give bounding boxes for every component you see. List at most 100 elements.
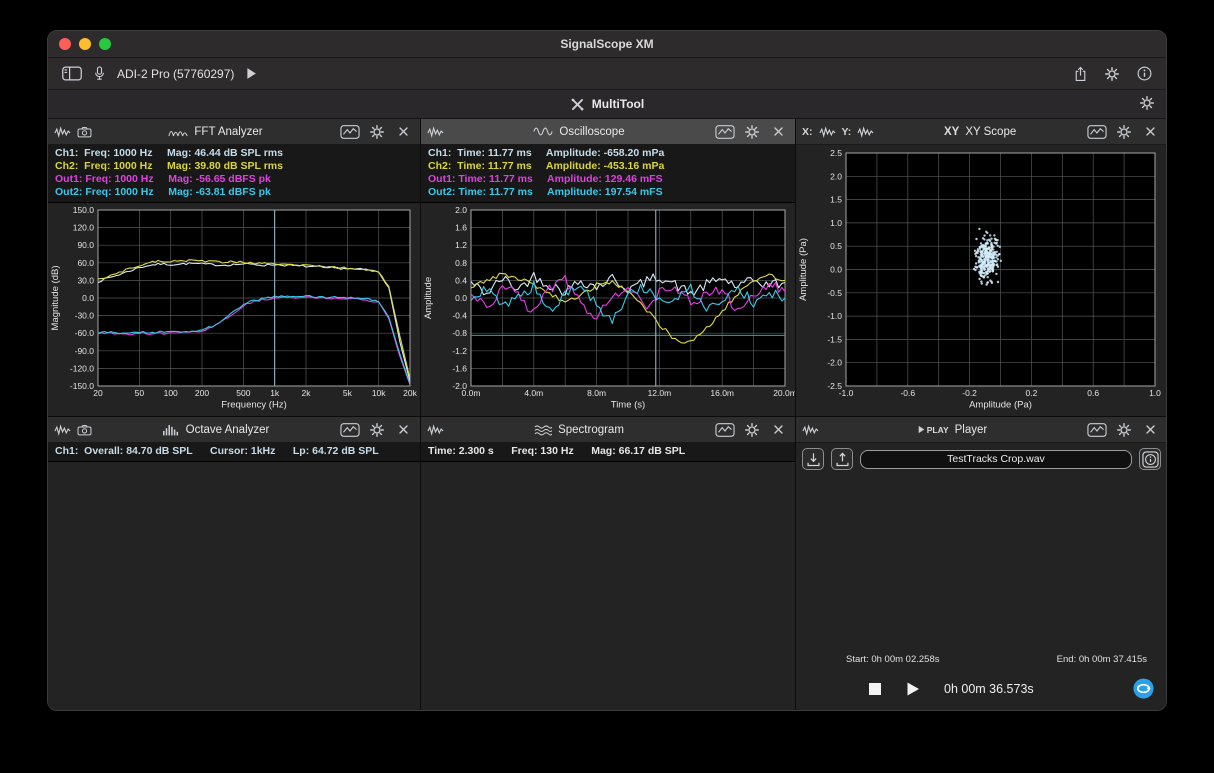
octave-input-levels-icon[interactable]	[54, 424, 71, 436]
oscilloscope-input-levels-icon[interactable]	[427, 126, 444, 138]
stop-button[interactable]	[868, 682, 882, 696]
octave-display-button[interactable]	[339, 421, 360, 439]
xy-panel-header[interactable]: X: Y: XY XY Scope	[796, 119, 1167, 145]
play-status-icon	[918, 425, 925, 434]
play-button[interactable]	[906, 681, 920, 697]
svg-text:20.0m: 20.0m	[773, 388, 795, 398]
oscilloscope-settings-button[interactable]	[741, 123, 762, 141]
player-waveform-overview[interactable]	[802, 572, 1161, 650]
player-close-button[interactable]	[1140, 421, 1161, 439]
svg-text:50: 50	[135, 388, 145, 398]
oscilloscope-panel-header[interactable]: Oscilloscope	[421, 119, 795, 145]
file-info-button[interactable]	[1139, 448, 1161, 470]
xy-settings-button[interactable]	[1113, 123, 1134, 141]
svg-text:-1.0: -1.0	[827, 311, 842, 321]
svg-text:2.0: 2.0	[455, 205, 467, 215]
sidebar-toggle-button[interactable]	[62, 66, 82, 81]
titlebar[interactable]: SignalScope XM	[48, 31, 1166, 58]
svg-text:20k: 20k	[403, 388, 417, 398]
zoom-window-button[interactable]	[99, 38, 111, 50]
y-source-levels-icon[interactable]	[857, 126, 874, 138]
svg-text:0.5: 0.5	[830, 241, 842, 251]
multitool-bar: MultiTool	[48, 90, 1166, 119]
svg-text:-0.4: -0.4	[452, 311, 467, 321]
player-display-button[interactable]	[1086, 421, 1107, 439]
svg-text:8.0m: 8.0m	[587, 388, 606, 398]
svg-text:0.0: 0.0	[82, 293, 94, 303]
svg-text:-1.5: -1.5	[827, 334, 842, 344]
octave-settings-button[interactable]	[366, 421, 387, 439]
spectrogram-input-levels-icon[interactable]	[427, 424, 444, 436]
time-display: 0h 00m 36.573s	[944, 682, 1034, 696]
oscilloscope-close-button[interactable]	[768, 123, 789, 141]
svg-text:Frequency (Hz): Frequency (Hz)	[221, 400, 286, 411]
device-name[interactable]: ADI-2 Pro (57760297)	[117, 67, 234, 81]
fft-chart[interactable]: 20501002005001k2k5k10k20k150.0120.090.06…	[48, 203, 420, 416]
fft-display-button[interactable]	[339, 123, 360, 141]
xy-chart[interactable]: -1.0-0.6-0.20.20.61.02.52.01.51.00.50.0-…	[796, 145, 1167, 416]
panel-xy-scope: X: Y: XY XY Scope -1.0-0.6-0.20.20.61.02…	[796, 119, 1167, 417]
x-source-levels-icon[interactable]	[819, 126, 836, 138]
input-device-icon[interactable]	[94, 66, 105, 81]
import-file-button[interactable]	[802, 448, 824, 470]
file-name-field[interactable]: TestTracks Crop.wav	[860, 450, 1132, 469]
multitool-settings-button[interactable]	[1140, 96, 1154, 110]
minimize-window-button[interactable]	[79, 38, 91, 50]
oscilloscope-panel-title: Oscilloscope	[559, 126, 624, 138]
fft-close-button[interactable]	[393, 123, 414, 141]
fft-snapshot-icon[interactable]	[77, 126, 92, 138]
panel-fft-analyzer: FFT Analyzer Ch1: Freq: 1000 Hz Mag: 46.…	[48, 119, 421, 417]
player-status-badge: PLAY	[918, 425, 949, 435]
fft-panel-header[interactable]: FFT Analyzer	[48, 119, 420, 145]
close-window-button[interactable]	[59, 38, 71, 50]
player-settings-button[interactable]	[1113, 421, 1134, 439]
start-capture-button[interactable]	[246, 67, 257, 80]
loop-button[interactable]	[1132, 677, 1155, 700]
svg-text:-0.6: -0.6	[900, 388, 915, 398]
traffic-lights	[59, 38, 111, 50]
player-amplitude-chart[interactable]	[802, 474, 1099, 570]
share-button[interactable]	[1074, 66, 1087, 82]
svg-text:0.6: 0.6	[1087, 388, 1099, 398]
app-window: SignalScope XM ADI-2 Pro (57760297) Mult…	[47, 30, 1167, 711]
xy-close-button[interactable]	[1140, 123, 1161, 141]
octave-close-button[interactable]	[393, 421, 414, 439]
oscilloscope-chart[interactable]: 0.0m4.0m8.0m12.0m16.0m20.0m2.01.61.20.80…	[421, 203, 795, 416]
octave-icon	[162, 424, 180, 436]
player-levels-icon[interactable]	[802, 424, 819, 436]
octave-panel-header[interactable]: Octave Analyzer	[48, 417, 420, 443]
fft-readout-out2: Out2: Freq: 1000 Hz Mag: -63.81 dBFS pk	[55, 186, 420, 199]
spectrogram-settings-button[interactable]	[741, 421, 762, 439]
player-transport: 0h 00m 36.573s	[802, 669, 1161, 708]
spectrogram-close-button[interactable]	[768, 421, 789, 439]
svg-text:-0.2: -0.2	[962, 388, 977, 398]
spectrogram-display-button[interactable]	[714, 421, 735, 439]
player-panel-header[interactable]: PLAY Player	[796, 417, 1167, 443]
selection-end-label: End: 0h 00m 37.415s	[1057, 654, 1147, 665]
octave-panel-title: Octave Analyzer	[186, 424, 270, 436]
octave-snapshot-icon[interactable]	[77, 424, 92, 436]
toolbar: ADI-2 Pro (57760297)	[48, 58, 1166, 90]
svg-text:60.0: 60.0	[77, 258, 94, 268]
octave-readouts: Ch1: Overall: 84.70 dB SPL Cursor: 1kHz …	[48, 443, 420, 462]
preferences-button[interactable]	[1105, 67, 1119, 81]
svg-text:-0.5: -0.5	[827, 288, 842, 298]
fft-input-levels-icon[interactable]	[54, 126, 71, 138]
octave-chart[interactable]	[48, 462, 420, 711]
octave-readout: Ch1: Overall: 84.70 dB SPL Cursor: 1kHz …	[55, 445, 420, 458]
info-button[interactable]	[1137, 66, 1152, 81]
svg-text:0.2: 0.2	[1025, 388, 1037, 398]
oscilloscope-display-button[interactable]	[714, 123, 735, 141]
xy-display-button[interactable]	[1086, 123, 1107, 141]
fft-panel-title: FFT Analyzer	[194, 126, 262, 138]
xy-panel-title: XY Scope	[965, 126, 1016, 138]
spectrogram-panel-header[interactable]: Spectrogram	[421, 417, 795, 443]
fft-settings-button[interactable]	[366, 123, 387, 141]
svg-text:30.0: 30.0	[77, 275, 94, 285]
oscilloscope-readout-out1: Out1: Time: 11.77 ms Amplitude: 129.46 m…	[428, 173, 795, 186]
export-file-button[interactable]	[831, 448, 853, 470]
svg-text:1k: 1k	[270, 388, 280, 398]
panel-octave-analyzer: Octave Analyzer Ch1: Overall: 84.70 dB S…	[48, 417, 421, 711]
fft-icon	[168, 126, 188, 137]
spectrogram-chart[interactable]	[421, 462, 795, 711]
